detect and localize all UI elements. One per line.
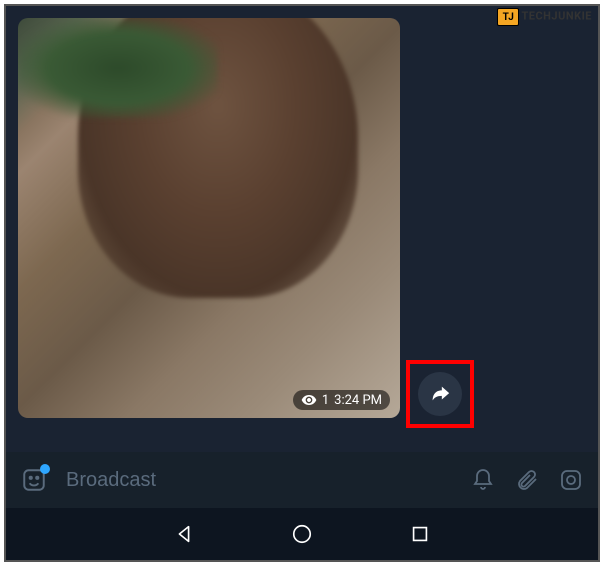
- nav-back-button[interactable]: [170, 520, 198, 548]
- message-photo[interactable]: 1 3:24 PM: [18, 18, 400, 418]
- attach-button[interactable]: [514, 467, 540, 493]
- forward-icon: [429, 383, 451, 405]
- chat-area: 1 3:24 PM: [6, 6, 598, 450]
- bell-icon: [471, 468, 495, 492]
- mute-button[interactable]: [470, 467, 496, 493]
- android-nav-bar: [6, 508, 598, 560]
- highlight-box: [406, 360, 474, 428]
- nav-home-button[interactable]: [288, 520, 316, 548]
- message-bubble[interactable]: 1 3:24 PM: [18, 18, 400, 418]
- forward-button[interactable]: [418, 372, 462, 416]
- eye-icon: [301, 392, 317, 408]
- watermark-text: TECHJUNKIE: [521, 10, 592, 23]
- watermark-badge: TJ: [497, 8, 519, 26]
- nav-recent-button[interactable]: [406, 520, 434, 548]
- view-count: 1: [322, 393, 329, 408]
- camera-button[interactable]: [558, 467, 584, 493]
- message-meta: 1 3:24 PM: [293, 390, 390, 410]
- camera-icon: [559, 468, 583, 492]
- message-input[interactable]: [66, 469, 452, 492]
- watermark: TJTECHJUNKIE: [497, 8, 592, 26]
- circle-home-icon: [291, 523, 313, 545]
- paperclip-icon: [515, 468, 539, 492]
- sticker-button[interactable]: [20, 466, 48, 494]
- app-frame: TJTECHJUNKIE 1 3:24 PM: [4, 4, 600, 562]
- triangle-back-icon: [173, 523, 195, 545]
- sticker-notification-dot: [40, 464, 50, 474]
- message-input-bar: [6, 452, 598, 508]
- square-recent-icon: [409, 523, 431, 545]
- message-time: 3:24 PM: [334, 393, 382, 408]
